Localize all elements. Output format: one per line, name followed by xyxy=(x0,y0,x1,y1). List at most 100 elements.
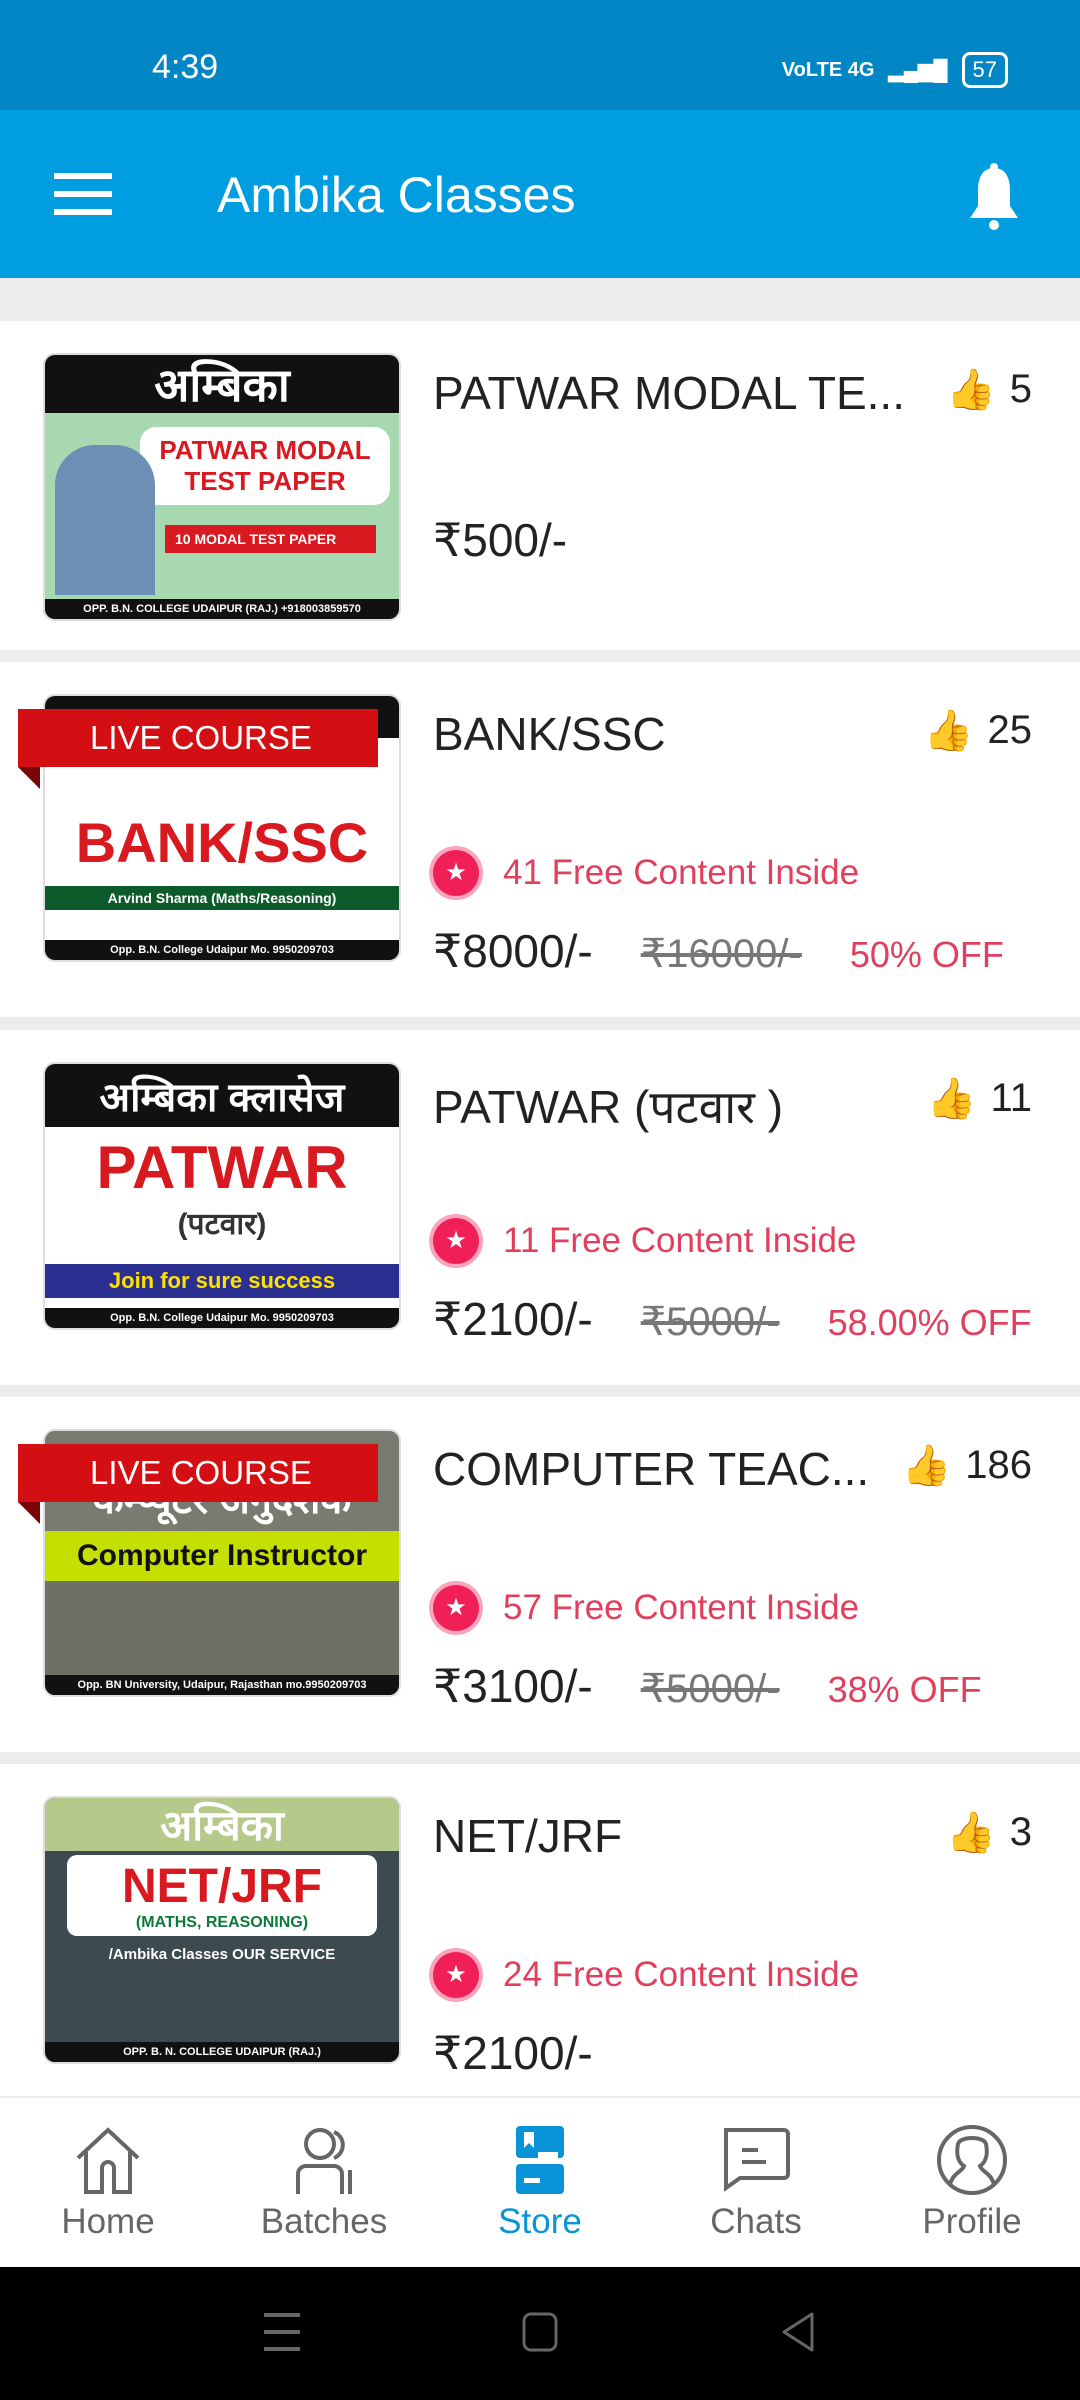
profile-icon xyxy=(937,2125,1007,2195)
course-title: NET/JRF xyxy=(433,1810,623,1862)
thumb-tagline: Join for sure success xyxy=(45,1264,399,1298)
nav-label: Chats xyxy=(710,2202,802,2241)
original-price: ₹5000/- xyxy=(640,1300,780,1344)
thumb-tagline: /Ambika Classes OUR SERVICE xyxy=(108,1945,336,1963)
course-thumbnail: अम्बिका NET/JRF (MATHS, REASONING) /Ambi… xyxy=(43,1796,401,2064)
thumb-footer: OPP. B. N. COLLEGE UDAIPUR (RAJ.) xyxy=(45,2042,399,2062)
thumbs-up-icon: 👍 xyxy=(923,709,974,753)
price-row: ₹3100/- ₹5000/- 38% OFF xyxy=(433,1659,982,1713)
thumb-main: PATWAR MODAL TEST PAPER xyxy=(140,427,390,505)
badge-star-icon: ★ xyxy=(433,850,479,896)
thumb-panel: NET/JRF (MATHS, REASONING) xyxy=(67,1854,377,1936)
nav-label: Home xyxy=(61,2202,155,2241)
battery-icon: 57 xyxy=(961,52,1008,88)
status-time: 4:39 xyxy=(152,48,219,86)
nav-label: Store xyxy=(498,2202,582,2241)
course-card[interactable]: LIVE COURSE कम्प्यूटर अनुदेशक Computer I… xyxy=(0,1397,1080,1752)
thumb-footer: OPP. B.N. COLLEGE UDAIPUR (RAJ.) +918003… xyxy=(45,599,399,619)
free-content-label: 24 Free Content Inside xyxy=(503,1955,860,1994)
likes[interactable]: 👍 25 xyxy=(924,707,1032,754)
thumb-footer: Opp. BN University, Udaipur, Rajasthan m… xyxy=(45,1675,399,1695)
thumb-sub: (MATHS, REASONING) xyxy=(135,1913,309,1931)
price: ₹3100/- xyxy=(433,1660,593,1712)
like-count: 3 xyxy=(1009,1810,1032,1854)
thumb-brand: अम्बिका xyxy=(45,1798,399,1851)
course-title: PATWAR MODAL TE... xyxy=(433,367,905,419)
app-bar: Ambika Classes xyxy=(0,110,1080,278)
network-indicator: VoLTE 4G xyxy=(781,58,875,81)
thumb-main: PATWAR xyxy=(96,1134,348,1202)
thumb-main: NET/JRF xyxy=(121,1859,322,1913)
likes[interactable]: 👍 5 xyxy=(946,366,1032,413)
price-row: ₹8000/- ₹16000/- 50% OFF xyxy=(433,924,1004,978)
original-price: ₹16000/- xyxy=(640,932,802,976)
likes[interactable]: 👍 186 xyxy=(901,1442,1032,1489)
thumb-sub: 10 MODAL TEST PAPER xyxy=(165,525,377,553)
nav-label: Profile xyxy=(922,2202,1022,2241)
course-card[interactable]: अम्बिका क्लासेज PATWAR (पटवार) Join for … xyxy=(0,1030,1080,1385)
free-content-label: 57 Free Content Inside xyxy=(503,1588,860,1627)
status-bar: 4:39 VoLTE 4G ▂▄▆█ 57 xyxy=(0,0,1080,110)
app-title: Ambika Classes xyxy=(217,167,576,223)
home-icon xyxy=(76,2127,140,2194)
course-title: COMPUTER TEAC... xyxy=(433,1443,870,1495)
course-card[interactable]: अम्बिका PATWAR MODAL TEST PAPER 10 MODAL… xyxy=(0,321,1080,650)
store-icon xyxy=(516,2126,564,2194)
course-list[interactable]: अम्बिका PATWAR MODAL TEST PAPER 10 MODAL… xyxy=(0,278,1080,2096)
thumb-person xyxy=(55,445,155,595)
course-thumbnail: अम्बिका क्लासेज PATWAR (पटवार) Join for … xyxy=(43,1062,401,1330)
course-thumbnail: अम्बिका PATWAR MODAL TEST PAPER 10 MODAL… xyxy=(43,353,401,621)
like-count: 5 xyxy=(1009,367,1032,411)
thumb-sub: Arvind Sharma (Maths/Reasoning) xyxy=(45,886,399,910)
thumb-brand: अम्बिका क्लासेज xyxy=(45,1064,399,1128)
likes[interactable]: 👍 3 xyxy=(946,1809,1032,1856)
hamburger-icon[interactable] xyxy=(54,173,112,215)
like-count: 11 xyxy=(990,1076,1032,1120)
nav-home[interactable]: Home xyxy=(0,2098,216,2267)
free-content[interactable]: ★ 24 Free Content Inside xyxy=(433,1952,859,1998)
course-card[interactable]: LIVE COURSE BANK/SSC Arvind Sharma (Math… xyxy=(0,662,1080,1017)
free-content[interactable]: ★ 41 Free Content Inside xyxy=(433,850,859,896)
discount: 58.00% OFF xyxy=(827,1302,1032,1343)
recents-icon[interactable] xyxy=(264,2312,300,2352)
price: ₹2100/- xyxy=(433,2027,593,2079)
original-price: ₹5000/- xyxy=(640,1667,780,1711)
course-card[interactable]: अम्बिका NET/JRF (MATHS, REASONING) /Ambi… xyxy=(0,1764,1080,2096)
chat-icon xyxy=(724,2128,790,2192)
discount: 50% OFF xyxy=(849,934,1004,975)
thumb-main: Computer Instructor xyxy=(45,1531,399,1582)
thumbs-up-icon: 👍 xyxy=(945,368,996,412)
price: ₹2100/- xyxy=(433,1293,593,1345)
users-icon xyxy=(296,2128,352,2194)
price: ₹8000/- xyxy=(433,925,593,977)
signal-icon: ▂▄▆█ xyxy=(888,59,948,82)
badge-star-icon: ★ xyxy=(433,1952,479,1998)
free-content-label: 11 Free Content Inside xyxy=(503,1221,857,1260)
price: ₹500/- xyxy=(433,514,568,566)
price-row: ₹500/- xyxy=(433,513,567,567)
thumb-main: BANK/SSC xyxy=(75,811,369,875)
thumb-footer: Opp. B.N. College Udaipur Mo. 9950209703 xyxy=(45,1308,399,1328)
free-content[interactable]: ★ 11 Free Content Inside xyxy=(433,1218,856,1264)
nav-chats[interactable]: Chats xyxy=(648,2098,864,2267)
likes[interactable]: 👍 11 xyxy=(927,1075,1032,1122)
thumb-footer: Opp. B.N. College Udaipur Mo. 9950209703 xyxy=(45,940,399,960)
badge-star-icon: ★ xyxy=(433,1585,479,1631)
nav-profile[interactable]: Profile xyxy=(864,2098,1080,2267)
system-navigation-bar xyxy=(0,2267,1080,2400)
free-content-label: 41 Free Content Inside xyxy=(503,853,860,892)
nav-store[interactable]: Store xyxy=(432,2098,648,2267)
home-button-icon[interactable] xyxy=(522,2312,558,2352)
badge-star-icon: ★ xyxy=(433,1218,479,1264)
nav-batches[interactable]: Batches xyxy=(216,2098,432,2267)
bell-icon[interactable] xyxy=(966,162,1022,232)
free-content[interactable]: ★ 57 Free Content Inside xyxy=(433,1585,859,1631)
like-count: 186 xyxy=(965,1443,1032,1487)
thumb-sub: (पटवार) xyxy=(177,1208,267,1242)
course-title: BANK/SSC xyxy=(433,708,666,760)
thumb-brand: अम्बिका xyxy=(45,355,399,414)
nav-label: Batches xyxy=(260,2202,388,2241)
thumbs-up-icon: 👍 xyxy=(926,1077,977,1121)
back-icon[interactable] xyxy=(780,2312,816,2352)
course-title: PATWAR (पटवार ) xyxy=(433,1081,784,1133)
